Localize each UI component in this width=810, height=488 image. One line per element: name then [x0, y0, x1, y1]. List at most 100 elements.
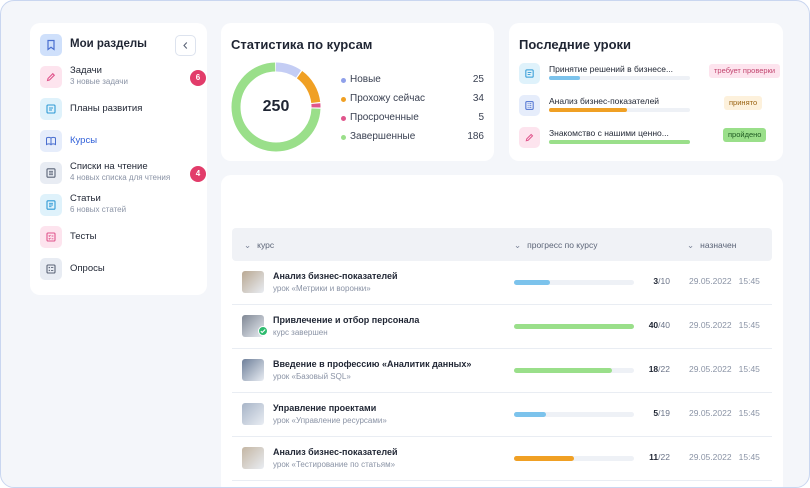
course-subtitle: курс завершен [273, 328, 328, 337]
checklist-icon [519, 95, 540, 116]
edit-icon [519, 127, 540, 148]
course-progress-count: 18/22 [648, 364, 670, 374]
course-progress-count: 5/19 [653, 408, 670, 418]
course-subtitle: урок «Управление ресурсами» [273, 416, 387, 425]
course-name: Введение в профессию «Аналитик данных» [273, 359, 472, 369]
sidebar-item-subtitle: 4 новых списка для чтения [70, 173, 171, 182]
course-name: Управление проектами [273, 403, 377, 413]
lesson-progress-bar [549, 76, 690, 80]
sidebar-item[interactable]: Курсы [40, 127, 200, 155]
sidebar-item-label: Задачи [70, 65, 102, 76]
check-icon [258, 326, 268, 336]
recent-title: Последние уроки [519, 37, 632, 52]
table-row[interactable]: Анализ бизнес-показателей урок «Метрики … [232, 261, 772, 305]
sidebar-item-subtitle: 6 новых статей [70, 205, 127, 214]
assigned-datetime: 29.05.2022 15:45 [689, 452, 760, 462]
recent-lesson[interactable]: Принятие решений в бизнесе... требует пр… [519, 61, 781, 87]
column-progress[interactable]: ⌄ прогресс по курсу [514, 240, 598, 251]
edit-icon [40, 66, 62, 88]
book-icon [40, 130, 62, 152]
sidebar-item[interactable]: Опросы [40, 255, 200, 283]
count-badge: 6 [190, 70, 206, 86]
lesson-title: Анализ бизнес-показателей [549, 96, 660, 106]
legend-label: Завершенные [350, 131, 416, 142]
legend-value: 186 [467, 131, 484, 142]
courses-table-card: ⌄ курс ⌄ прогресс по курсу ⌄ назначен Анали… [221, 175, 783, 487]
app-frame: Мои разделы Задачи 3 новые задачи 6 План… [0, 0, 810, 488]
recent-lesson[interactable]: Анализ бизнес-показателей принято [519, 93, 775, 119]
sidebar-title: Мои разделы [70, 38, 147, 50]
course-progress-count: 40/40 [648, 320, 670, 330]
sidebar-item-label: Курсы [70, 135, 98, 146]
course-progress-count: 11/22 [649, 452, 670, 462]
course-name: Анализ бизнес-показателей [273, 447, 398, 457]
lesson-title: Знакомство с нашими ценно... [549, 128, 669, 138]
course-subtitle: урок «Метрики и воронки» [273, 284, 371, 293]
list-icon [40, 162, 62, 184]
chevron-down-icon: ⌄ [514, 240, 522, 250]
legend-dot [341, 78, 346, 83]
column-assigned[interactable]: ⌄ назначен [687, 240, 736, 251]
course-subtitle: урок «Тестирование по статьям» [273, 460, 396, 469]
legend-item: Просроченные 5 [341, 112, 484, 126]
assigned-datetime: 29.05.2022 15:45 [689, 364, 760, 374]
status-badge: принято [724, 96, 763, 110]
table-row[interactable]: Привлечение и отбор персонала курс завер… [232, 305, 772, 349]
course-name: Привлечение и отбор персонала [273, 315, 420, 325]
sidebar-item-label: Планы развития [70, 103, 143, 114]
course-stats-card: Статистика по курсам 250 Новые 25 Прохож… [221, 23, 494, 161]
chevron-down-icon: ⌄ [244, 240, 252, 250]
plan-icon [40, 98, 62, 120]
course-name: Анализ бизнес-показателей [273, 271, 398, 281]
plan-icon [519, 63, 540, 84]
sidebar-item-subtitle: 3 новые задачи [70, 77, 128, 86]
sidebar-item[interactable]: Задачи 3 новые задачи 6 [40, 63, 206, 91]
survey-icon [40, 258, 62, 280]
stats-title: Статистика по курсам [231, 37, 373, 52]
course-thumbnail [242, 403, 264, 425]
sidebar-item[interactable]: Статьи 6 новых статей [40, 191, 200, 219]
table-row[interactable]: Анализ бизнес-показателей урок «Тестиров… [232, 437, 772, 481]
sidebar: Мои разделы Задачи 3 новые задачи 6 План… [30, 23, 207, 295]
test-icon [40, 226, 62, 248]
course-progress-count: 3/10 [653, 276, 670, 286]
table-row[interactable]: Введение в профессию «Аналитик данных» у… [232, 349, 772, 393]
table-row[interactable]: Управление проектами урок «Управление ре… [232, 393, 772, 437]
course-thumbnail [242, 271, 264, 293]
sidebar-header: Мои разделы [40, 34, 197, 58]
legend-item: Новые 25 [341, 74, 484, 88]
sidebar-item-label: Статьи [70, 193, 101, 204]
bookmark-icon [40, 34, 62, 56]
article-icon [40, 194, 62, 216]
sidebar-item[interactable]: Планы развития [40, 95, 200, 123]
recent-lesson[interactable]: Знакомство с нашими ценно... пройдено [519, 125, 775, 151]
legend-dot [341, 97, 346, 102]
sidebar-item-label: Тесты [70, 231, 97, 242]
legend-item: Прохожу сейчас 34 [341, 93, 484, 107]
legend-value: 5 [478, 112, 484, 123]
count-badge: 4 [190, 166, 206, 182]
stats-total: 250 [262, 98, 290, 115]
course-progress-bar [514, 324, 634, 329]
assigned-datetime: 29.05.2022 15:45 [689, 276, 760, 286]
assigned-datetime: 29.05.2022 15:45 [689, 408, 760, 418]
course-subtitle: урок «Базовый SQL» [273, 372, 351, 381]
lesson-progress-bar [549, 140, 690, 144]
legend-value: 34 [472, 93, 484, 104]
course-thumbnail [242, 359, 264, 381]
lesson-progress-bar [549, 108, 690, 112]
sidebar-collapse-button[interactable] [175, 35, 196, 56]
sidebar-item[interactable]: Списки на чтение 4 новых списка для чтен… [40, 159, 206, 187]
sidebar-item[interactable]: Тесты [40, 223, 200, 251]
status-badge: пройдено [723, 128, 767, 142]
sidebar-item-label: Опросы [70, 263, 105, 274]
legend-label: Просроченные [350, 112, 419, 123]
recent-lessons-card: Последние уроки Принятие решений в бизне… [509, 23, 783, 161]
chevron-down-icon: ⌄ [687, 240, 695, 250]
sidebar-item-label: Списки на чтение [70, 161, 148, 172]
course-thumbnail [242, 447, 264, 469]
lesson-title: Принятие решений в бизнесе... [549, 64, 674, 74]
chevron-left-icon [183, 42, 188, 49]
course-progress-bar [514, 280, 634, 285]
column-course[interactable]: ⌄ курс [244, 240, 274, 251]
